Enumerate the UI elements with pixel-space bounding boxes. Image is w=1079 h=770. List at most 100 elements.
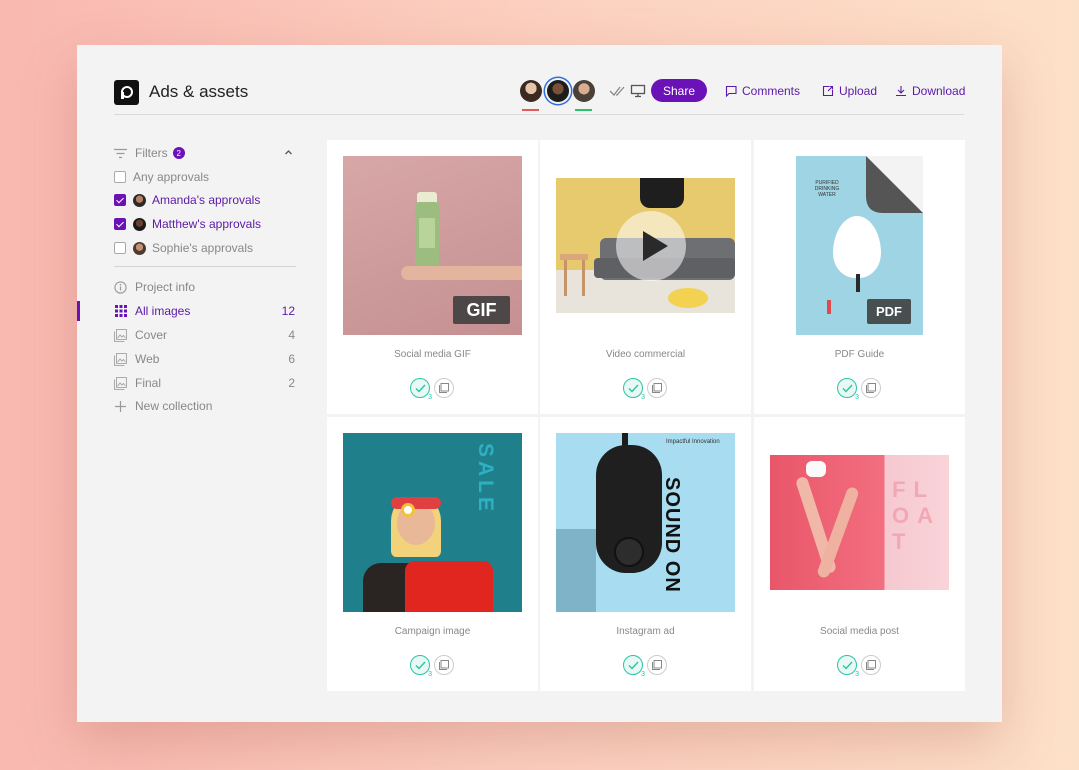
avatar[interactable] — [520, 80, 542, 102]
project-info-label: Project info — [135, 280, 196, 294]
info-icon — [114, 280, 127, 294]
approval-count: 3 — [428, 394, 432, 401]
avatar — [133, 217, 146, 231]
filter-sophie-approvals[interactable]: Sophie's approvals — [114, 238, 298, 258]
approval-count: 3 — [641, 671, 645, 678]
add-to-collection-icon[interactable] — [647, 378, 667, 398]
share-button[interactable]: Share — [651, 79, 707, 102]
collection-count: 2 — [288, 376, 295, 390]
collection-icon — [114, 376, 127, 390]
comment-icon — [725, 85, 737, 97]
checkbox[interactable] — [114, 171, 126, 183]
approval-check-icon[interactable]: 3 — [837, 655, 859, 678]
asset-thumbnail: PURIFIED DRINKING WATER PDF — [796, 156, 923, 335]
collection-count: 12 — [281, 304, 295, 318]
avatar-status-line — [575, 109, 592, 111]
add-to-collection-icon[interactable] — [861, 378, 881, 398]
asset-label: Video commercial — [605, 349, 686, 360]
collection-label: Cover — [135, 328, 168, 342]
header: Ads & assets Share Comments Upload Downl… — [114, 79, 965, 115]
checkbox[interactable] — [114, 218, 126, 230]
download-button[interactable]: Download — [895, 84, 965, 98]
app-window: Ads & assets Share Comments Upload Downl… — [77, 45, 1002, 722]
asset-label: Social media GIF — [394, 349, 471, 360]
filter-matthew-approvals[interactable]: Matthew's approvals — [114, 214, 298, 234]
asset-card[interactable]: Video commercial 3 — [540, 140, 751, 414]
double-check-icon[interactable] — [609, 84, 627, 100]
approval-check-icon[interactable]: 3 — [623, 378, 645, 401]
filter-label: Any approvals — [133, 170, 210, 184]
asset-card[interactable]: GIF Social media GIF 3 — [327, 140, 538, 414]
asset-card[interactable]: PURIFIED DRINKING WATER PDF PDF Guide 3 — [754, 140, 965, 414]
asset-label: Campaign image — [394, 626, 471, 637]
collection-final[interactable]: Final 2 — [114, 373, 298, 393]
monitor-icon[interactable] — [630, 84, 648, 100]
filter-label: Matthew's approvals — [152, 217, 262, 231]
asset-thumbnail — [556, 178, 735, 313]
approval-count: 3 — [855, 394, 859, 401]
filters-toggle[interactable]: Filters 2 — [114, 143, 298, 163]
comments-button[interactable]: Comments — [725, 84, 800, 98]
approval-check-icon[interactable]: 3 — [623, 655, 645, 678]
avatar[interactable] — [573, 80, 595, 102]
asset-thumbnail: Impactful Innovation SOUND ON — [556, 433, 735, 612]
asset-card[interactable]: SALE Campaign image 3 — [327, 417, 538, 691]
collection-cover[interactable]: Cover 4 — [114, 325, 298, 345]
comments-label: Comments — [742, 84, 801, 98]
upload-button[interactable]: Upload — [822, 84, 877, 98]
page-title: Ads & assets — [149, 82, 249, 101]
download-icon — [896, 86, 906, 97]
approval-check-icon[interactable]: 3 — [837, 378, 859, 401]
filters-label: Filters — [135, 146, 168, 160]
cover-text: PURIFIED DRINKING WATER — [814, 180, 840, 198]
add-to-collection-icon[interactable] — [861, 655, 881, 675]
avatar — [133, 193, 146, 207]
asset-card[interactable]: FLOAT Social media post 3 — [754, 417, 965, 691]
tagline-text: Impactful Innovation — [666, 439, 720, 445]
upload-label: Upload — [839, 84, 878, 98]
filter-label: Sophie's approvals — [152, 241, 254, 255]
collection-label: Final — [135, 376, 162, 390]
sound-on-text: SOUND ON — [661, 477, 683, 593]
filter-amanda-approvals[interactable]: Amanda's approvals — [114, 190, 298, 210]
new-collection-button[interactable]: New collection — [114, 396, 298, 416]
divider — [114, 266, 296, 267]
grid-icon — [114, 305, 127, 318]
chevron-up-icon[interactable] — [284, 146, 293, 160]
upload-icon — [822, 85, 834, 97]
filter-label: Amanda's approvals — [152, 193, 261, 207]
checkbox[interactable] — [114, 242, 126, 254]
collection-count: 4 — [288, 328, 295, 342]
approval-count: 3 — [855, 671, 859, 678]
approval-count: 3 — [428, 671, 432, 678]
new-collection-label: New collection — [135, 399, 213, 413]
float-text: FLOAT — [892, 477, 941, 554]
pdf-badge: PDF — [867, 299, 911, 324]
collection-label: Web — [135, 352, 160, 366]
active-indicator — [77, 301, 80, 321]
download-label: Download — [912, 84, 966, 98]
collection-web[interactable]: Web 6 — [114, 349, 298, 369]
asset-label: PDF Guide — [834, 349, 885, 360]
add-to-collection-icon[interactable] — [647, 655, 667, 675]
avatar-status-line — [522, 109, 539, 111]
gif-badge: GIF — [453, 296, 510, 324]
project-info[interactable]: Project info — [114, 277, 298, 297]
approval-check-icon[interactable]: 3 — [410, 378, 432, 401]
app-logo[interactable] — [114, 80, 139, 105]
approval-count: 3 — [641, 394, 645, 401]
add-to-collection-icon[interactable] — [434, 655, 454, 675]
collection-all-images[interactable]: All images 12 — [114, 301, 298, 321]
sale-text: SALE — [474, 443, 497, 516]
collection-count: 6 — [288, 352, 295, 366]
filters-count-badge: 2 — [172, 147, 185, 159]
asset-card[interactable]: Impactful Innovation SOUND ON Instagram … — [540, 417, 751, 691]
add-to-collection-icon[interactable] — [434, 378, 454, 398]
approval-check-icon[interactable]: 3 — [410, 655, 432, 678]
filter-any-approvals[interactable]: Any approvals — [114, 167, 298, 187]
filter-icon — [114, 147, 127, 160]
avatar[interactable] — [547, 80, 569, 102]
asset-label: Instagram ad — [616, 626, 675, 637]
play-icon[interactable] — [616, 211, 686, 281]
checkbox[interactable] — [114, 194, 126, 206]
